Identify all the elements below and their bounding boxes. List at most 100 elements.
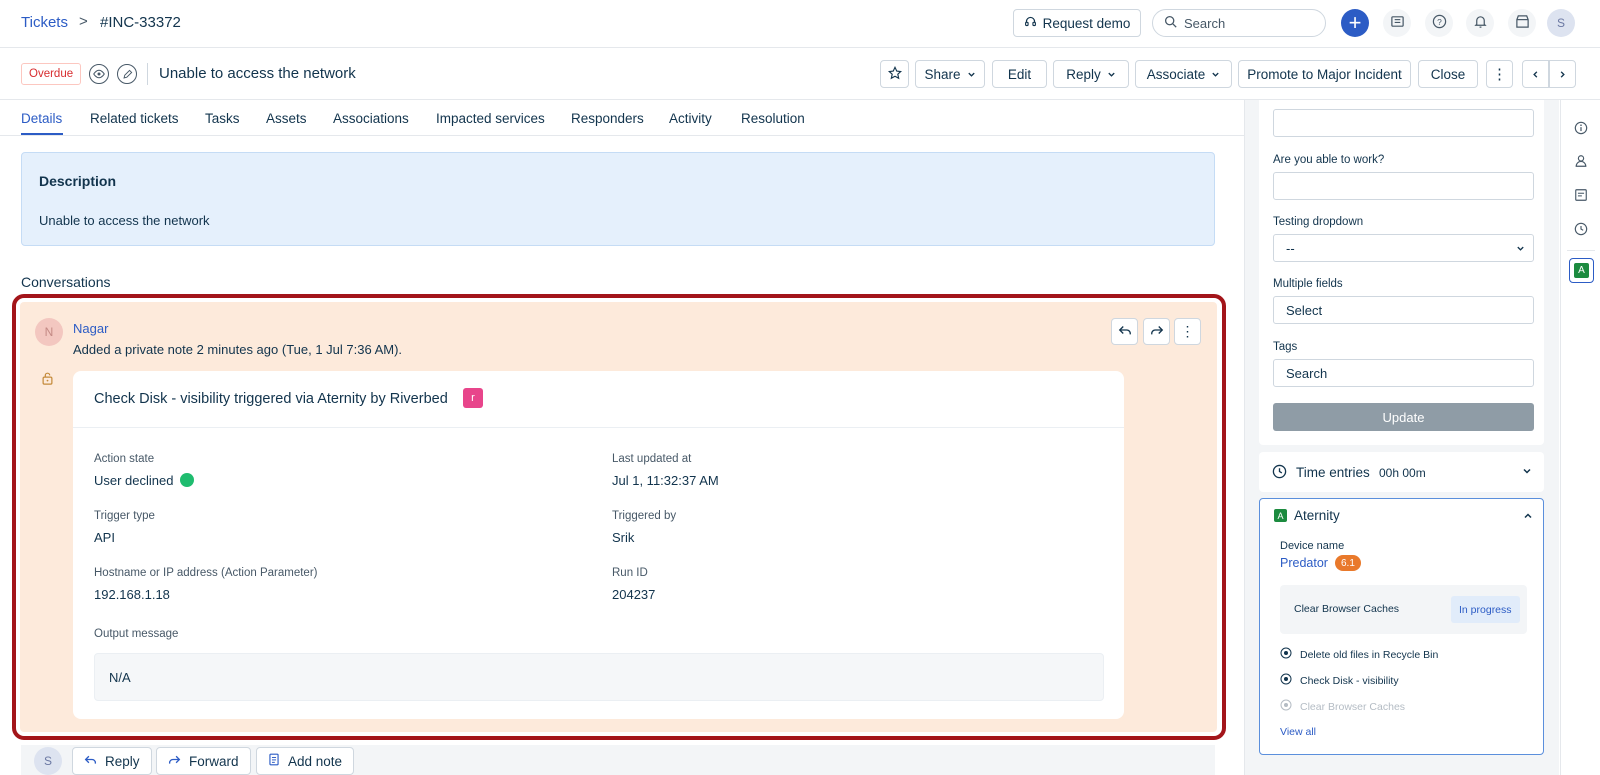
plus-icon: + — [1348, 10, 1362, 35]
share-button[interactable]: Share — [915, 60, 985, 88]
testing-dropdown-select[interactable]: -- — [1273, 234, 1534, 262]
description-body: Unable to access the network — [39, 213, 210, 228]
divider — [147, 63, 148, 85]
catalog-button[interactable] — [1383, 9, 1411, 37]
overdue-badge: Overdue — [21, 63, 82, 85]
time-entries-value: 00h 00m — [1379, 466, 1426, 480]
edit-pencil-icon[interactable] — [117, 64, 137, 84]
reply-dropdown-button[interactable]: Reply — [1053, 60, 1129, 88]
apps-button[interactable] — [1508, 9, 1536, 37]
chevron-up-icon[interactable] — [1523, 509, 1533, 524]
radio-target-icon — [1280, 673, 1292, 688]
description-panel: Description Unable to access the network — [21, 152, 1215, 246]
aternity-logo-icon: A — [1274, 509, 1287, 522]
current-action-name: Clear Browser Caches — [1294, 603, 1400, 615]
action-item[interactable]: Check Disk - visibility — [1280, 673, 1399, 688]
aternity-title: Aternity — [1294, 508, 1340, 523]
chevron-down-icon — [1516, 241, 1525, 256]
custom-text-field[interactable] — [1273, 109, 1534, 137]
user-avatar[interactable]: S — [1547, 9, 1575, 37]
tab-details[interactable]: Details — [21, 111, 62, 126]
request-demo-button[interactable]: Request demo — [1013, 9, 1141, 37]
action-item-disabled: Clear Browser Caches — [1280, 699, 1405, 714]
reply-button[interactable]: Reply — [72, 747, 152, 775]
clock-icon — [1272, 464, 1287, 482]
tab-resolution[interactable]: Resolution — [741, 111, 805, 126]
right-icon-rail: A — [1560, 100, 1600, 775]
able-to-work-input[interactable] — [1273, 172, 1534, 200]
tab-impacted-services[interactable]: Impacted services — [436, 111, 545, 126]
previous-ticket-button[interactable] — [1522, 60, 1549, 88]
more-actions-button[interactable]: ⋮ — [1486, 60, 1513, 88]
tab-activity[interactable]: Activity — [669, 111, 712, 126]
update-button[interactable]: Update — [1273, 403, 1534, 431]
multiple-fields-select[interactable]: Select — [1273, 296, 1534, 324]
chevron-down-icon — [1211, 67, 1220, 82]
forward-button[interactable]: Forward — [156, 747, 251, 775]
chevron-down-icon — [967, 67, 976, 82]
notes-icon[interactable] — [1572, 186, 1590, 204]
contact-icon[interactable] — [1572, 152, 1590, 170]
chevron-right-icon — [1558, 67, 1567, 82]
testing-dropdown-value: -- — [1286, 240, 1295, 256]
next-ticket-button[interactable] — [1549, 60, 1576, 88]
favorite-button[interactable] — [880, 60, 909, 88]
watch-icon[interactable] — [89, 64, 109, 84]
edit-button[interactable]: Edit — [992, 60, 1047, 88]
aternity-logo-icon: A — [1574, 263, 1589, 278]
close-label: Close — [1430, 66, 1466, 82]
reply-button-label: Reply — [105, 753, 140, 769]
add-note-button[interactable]: Add note — [256, 747, 355, 775]
forward-arrow-icon — [168, 753, 181, 769]
rail-divider — [1567, 250, 1595, 251]
history-clock-icon[interactable] — [1572, 220, 1590, 238]
promote-major-incident-button[interactable]: Promote to Major Incident — [1238, 60, 1411, 88]
tab-assets[interactable]: Assets — [266, 111, 307, 126]
reply-bar: S Reply Forward Add note — [21, 745, 1215, 775]
description-title: Description — [39, 173, 117, 189]
tab-related-tickets[interactable]: Related tickets — [90, 111, 179, 126]
current-action-row: Clear Browser Caches In progress — [1280, 585, 1527, 634]
forward-button-label: Forward — [189, 753, 239, 769]
breadcrumb-separator: > — [79, 13, 88, 30]
aternity-panel: A Aternity Device name Predator 6.1 Clea… — [1259, 498, 1544, 755]
edit-label: Edit — [1007, 66, 1032, 82]
tab-tasks[interactable]: Tasks — [205, 111, 240, 126]
help-button[interactable]: ? — [1425, 9, 1453, 37]
note-icon — [268, 753, 280, 769]
device-name-link[interactable]: Predator — [1280, 556, 1328, 570]
multiple-fields-label: Multiple fields — [1273, 278, 1343, 290]
reply-label: Reply — [1066, 66, 1101, 82]
time-entries-panel[interactable]: Time entries 00h 00m — [1259, 452, 1544, 492]
new-item-plus-button[interactable]: + — [1341, 9, 1369, 37]
properties-form: Are you able to work? Testing dropdown -… — [1259, 100, 1544, 445]
device-score-badge: 6.1 — [1335, 555, 1361, 571]
chevron-left-icon — [1531, 67, 1540, 82]
star-icon — [887, 65, 902, 83]
svg-text:?: ? — [1437, 17, 1442, 27]
share-label: Share — [924, 66, 961, 82]
action-item-label: Check Disk - visibility — [1300, 674, 1399, 687]
info-icon[interactable] — [1572, 119, 1590, 137]
ticket-subject: Unable to access the network — [159, 65, 356, 82]
chevron-down-icon — [1522, 464, 1532, 479]
global-search-input[interactable]: Search — [1152, 9, 1326, 37]
tags-input[interactable]: Search — [1273, 359, 1534, 387]
time-entries-label: Time entries — [1296, 465, 1370, 480]
action-item-label: Clear Browser Caches — [1300, 700, 1406, 713]
breadcrumb-ticket-id: #INC-33372 — [100, 14, 181, 31]
tab-responders[interactable]: Responders — [571, 111, 644, 126]
search-placeholder: Search — [1184, 15, 1226, 31]
notifications-button[interactable] — [1466, 9, 1494, 37]
active-tab-indicator — [21, 133, 63, 135]
breadcrumb-tickets-link[interactable]: Tickets — [21, 14, 68, 31]
aternity-app-button[interactable]: A — [1569, 258, 1594, 283]
properties-sidebar: Are you able to work? Testing dropdown -… — [1244, 100, 1559, 775]
associate-button[interactable]: Associate — [1135, 60, 1232, 88]
view-all-link[interactable]: View all — [1280, 726, 1316, 738]
close-ticket-button[interactable]: Close — [1418, 60, 1478, 88]
device-name-label: Device name — [1280, 540, 1345, 552]
current-user-avatar: S — [34, 747, 62, 775]
tab-associations[interactable]: Associations — [333, 111, 409, 126]
action-item[interactable]: Delete old files in Recycle Bin — [1280, 647, 1438, 662]
